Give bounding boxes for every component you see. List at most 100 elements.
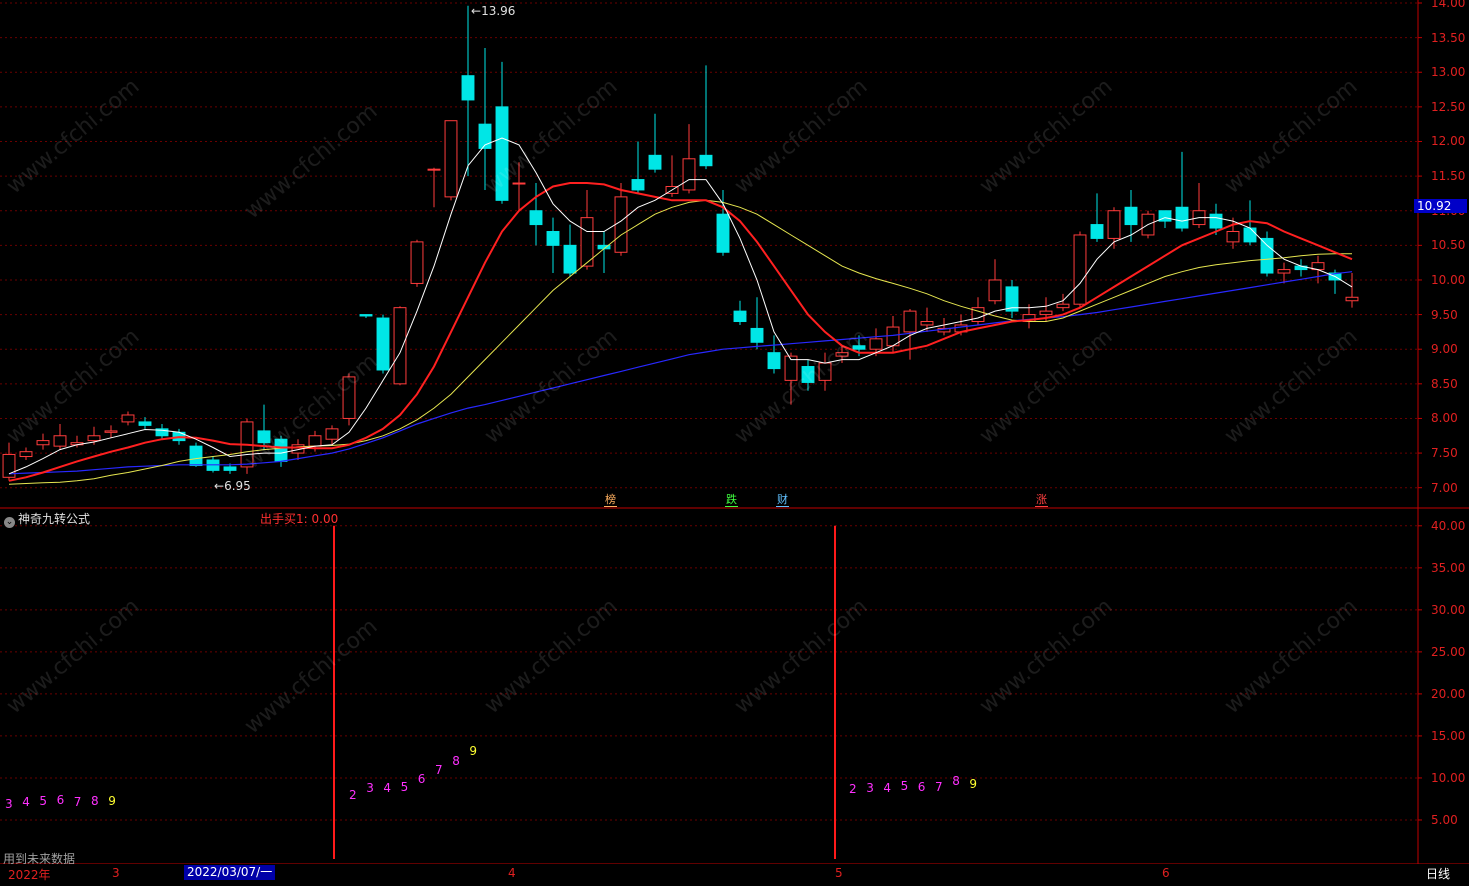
count-number: 5: [39, 794, 48, 808]
time-label: 3: [112, 866, 120, 880]
candle-body[interactable]: [716, 213, 730, 253]
candle-body[interactable]: [563, 244, 577, 274]
count-number: 7: [435, 763, 443, 777]
candle-body[interactable]: [869, 338, 883, 350]
candle-body[interactable]: [138, 421, 152, 426]
candle-body[interactable]: [903, 310, 917, 333]
candle-body[interactable]: [767, 352, 781, 370]
period-selector[interactable]: 日线: [1426, 865, 1450, 882]
price-tick-label: 9.00: [1431, 342, 1458, 357]
candle-body[interactable]: [87, 435, 101, 442]
arrow-left-icon: ←: [471, 4, 482, 18]
candle-body[interactable]: [189, 445, 203, 467]
price-tick-label: 7.00: [1431, 480, 1458, 495]
chart-stage[interactable]: [0, 0, 1469, 882]
time-label: 2022年: [8, 868, 51, 882]
count-number: 9: [969, 777, 978, 791]
ma60-line: [8, 271, 1353, 475]
price-tick-label: 12.00: [1431, 134, 1466, 149]
candle-body[interactable]: [1090, 224, 1104, 239]
count-number: 6: [56, 793, 65, 807]
candle-body[interactable]: [1209, 213, 1223, 229]
count-number: 7: [935, 780, 943, 794]
candle-body[interactable]: [19, 451, 33, 458]
candle-body[interactable]: [359, 314, 373, 317]
count-number: 2: [349, 788, 357, 802]
candle-body[interactable]: [308, 435, 322, 447]
candle-body[interactable]: [1243, 227, 1257, 243]
count-number: 4: [383, 781, 392, 795]
indicator-tick-label: 35.00: [1431, 560, 1466, 575]
candle-body[interactable]: [104, 430, 118, 433]
indicator-tick-label: 40.00: [1431, 518, 1466, 533]
candle-body[interactable]: [1039, 310, 1053, 316]
buy-signal-label: 出手买1: 0.00: [260, 512, 339, 526]
high-price-value: 13.96: [481, 4, 516, 18]
candle-body[interactable]: [1260, 237, 1274, 274]
candle-body[interactable]: [682, 158, 696, 191]
indicator-name: 神奇九转公式: [18, 512, 91, 526]
time-label: 5: [835, 866, 843, 880]
count-number: 6: [917, 780, 926, 794]
candle-body[interactable]: [121, 414, 135, 423]
indicator-tick-label: 30.00: [1431, 602, 1466, 617]
price-tick-label: 10.50: [1431, 238, 1466, 253]
ma5-line: [8, 137, 1353, 475]
event-marker[interactable]: 榜: [604, 493, 617, 507]
candle-body[interactable]: [444, 120, 458, 198]
candle-body[interactable]: [750, 327, 764, 343]
candle-body[interactable]: [410, 241, 424, 284]
candle-body[interactable]: [1226, 230, 1240, 243]
candle-body[interactable]: [1277, 269, 1291, 274]
price-tick-label: 11.50: [1431, 169, 1466, 184]
count-number: 9: [108, 794, 116, 808]
kline-chart[interactable]: [0, 0, 1469, 882]
candle-body[interactable]: [36, 440, 50, 446]
candle-body[interactable]: [631, 179, 645, 191]
candle-body[interactable]: [223, 466, 237, 471]
candle-body[interactable]: [699, 154, 713, 167]
candle-body[interactable]: [648, 154, 662, 170]
candle-body[interactable]: [1073, 234, 1087, 305]
candle-body[interactable]: [325, 428, 339, 440]
price-tick-label: 12.50: [1431, 99, 1466, 114]
collapse-icon[interactable]: ⌄: [4, 517, 15, 528]
price-tick-label: 8.00: [1431, 411, 1458, 426]
event-marker[interactable]: 涨: [1035, 493, 1048, 507]
candle-body[interactable]: [1345, 296, 1359, 302]
price-tick-label: 7.50: [1431, 446, 1458, 461]
candle-body[interactable]: [1107, 210, 1121, 239]
candle-body[interactable]: [1175, 206, 1189, 229]
price-tick-label: 14.00: [1431, 0, 1466, 10]
indicator-tick-label: 10.00: [1431, 770, 1466, 785]
candle-body[interactable]: [920, 321, 934, 326]
indicator-tick-label: 15.00: [1431, 728, 1466, 743]
event-marker[interactable]: 财: [776, 493, 789, 507]
candle-body[interactable]: [1124, 206, 1138, 226]
high-price-annotation: ←13.96: [471, 4, 515, 18]
price-tick-label: 9.50: [1431, 307, 1458, 322]
candle-body[interactable]: [1056, 303, 1070, 309]
indicator-tick-label: 25.00: [1431, 644, 1466, 659]
candle-body[interactable]: [546, 230, 560, 246]
candle-body[interactable]: [393, 307, 407, 385]
price-tick-label: 13.50: [1431, 30, 1466, 45]
count-number: 3: [366, 781, 374, 795]
count-number: 5: [400, 780, 409, 794]
candle-body[interactable]: [733, 310, 747, 323]
event-marker[interactable]: 跌: [725, 493, 738, 507]
candle-body[interactable]: [427, 168, 441, 171]
count-number: 8: [452, 754, 460, 768]
indicator-title[interactable]: ⌄ 神奇九转公式: [4, 510, 90, 528]
candle-body[interactable]: [529, 210, 543, 226]
candle-body[interactable]: [376, 317, 390, 371]
candle-body[interactable]: [461, 75, 475, 101]
candle-body[interactable]: [988, 279, 1002, 302]
candle-body[interactable]: [53, 435, 67, 447]
low-price-value: 6.95: [224, 479, 251, 493]
candle-body[interactable]: [614, 196, 628, 253]
ma20-line: [8, 199, 1352, 485]
time-label: 4: [508, 866, 516, 880]
count-number: 3: [866, 781, 874, 795]
count-number: 8: [91, 794, 99, 808]
